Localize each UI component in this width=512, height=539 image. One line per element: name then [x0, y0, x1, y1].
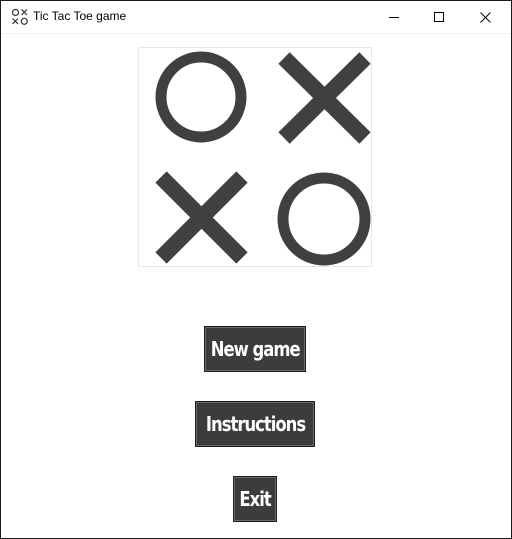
x-mark-top-right — [278, 52, 371, 144]
close-icon — [479, 11, 491, 23]
maximize-button[interactable] — [416, 1, 462, 33]
new-game-label: New game — [210, 337, 301, 361]
main-content: New game Instructions Exit — [1, 34, 511, 538]
maximize-icon — [434, 12, 444, 22]
window-title: Tic Tac Toe game — [33, 9, 127, 23]
exit-button[interactable]: Exit — [233, 476, 277, 522]
instructions-label: Instructions — [205, 412, 305, 436]
o-mark-top-left — [155, 51, 247, 143]
instructions-button[interactable]: Instructions — [195, 401, 315, 447]
tic-tac-toe-logo — [138, 47, 372, 267]
minimize-icon — [389, 17, 399, 18]
o-mark-bottom-right — [277, 172, 371, 266]
exit-label: Exit — [239, 487, 271, 511]
close-button[interactable] — [462, 1, 508, 33]
new-game-button[interactable]: New game — [204, 326, 306, 372]
minimize-button[interactable] — [371, 1, 417, 33]
x-mark-bottom-left — [155, 171, 248, 264]
app-window: Tic Tac Toe game New game Instructions E… — [0, 0, 512, 539]
title-bar[interactable]: Tic Tac Toe game — [1, 1, 511, 34]
tic-tac-toe-app-icon — [11, 8, 29, 26]
